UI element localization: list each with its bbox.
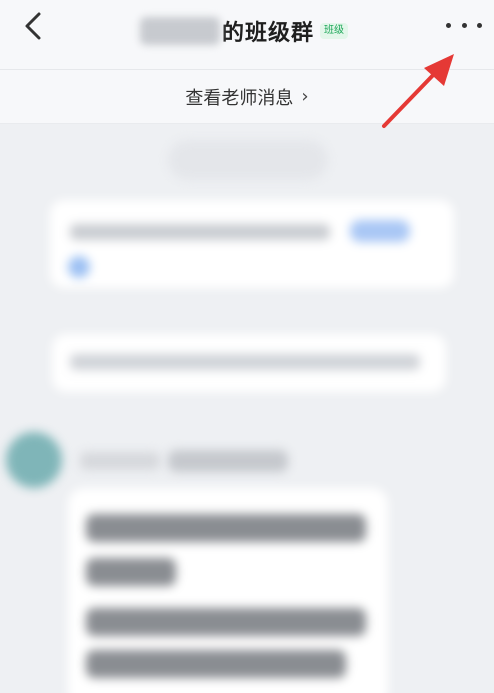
blurred-timestamp-pill	[168, 140, 328, 180]
blurred-sender-name	[80, 452, 160, 470]
chat-title: 的班级群 班级	[140, 14, 349, 48]
avatar[interactable]	[6, 432, 62, 488]
blurred-system-message-card	[50, 200, 454, 288]
redacted-group-name	[140, 17, 220, 45]
more-menu-button[interactable]	[446, 16, 482, 34]
teacher-messages-label: 查看老师消息	[185, 87, 294, 109]
chevron-left-icon	[25, 12, 41, 40]
title-suffix: 的班级群	[222, 21, 315, 46]
red-pointer-arrow-icon	[382, 54, 454, 128]
chevron-right-icon: ›	[301, 86, 309, 107]
back-button[interactable]	[18, 10, 48, 42]
blurred-notice-card	[52, 334, 446, 392]
more-dot-icon	[477, 22, 482, 28]
blurred-sender-role	[168, 450, 288, 472]
more-dot-icon	[461, 22, 467, 28]
blurred-message-bubble[interactable]	[68, 488, 388, 693]
class-tag-badge: 班级	[320, 23, 349, 39]
more-dot-icon	[446, 22, 451, 28]
